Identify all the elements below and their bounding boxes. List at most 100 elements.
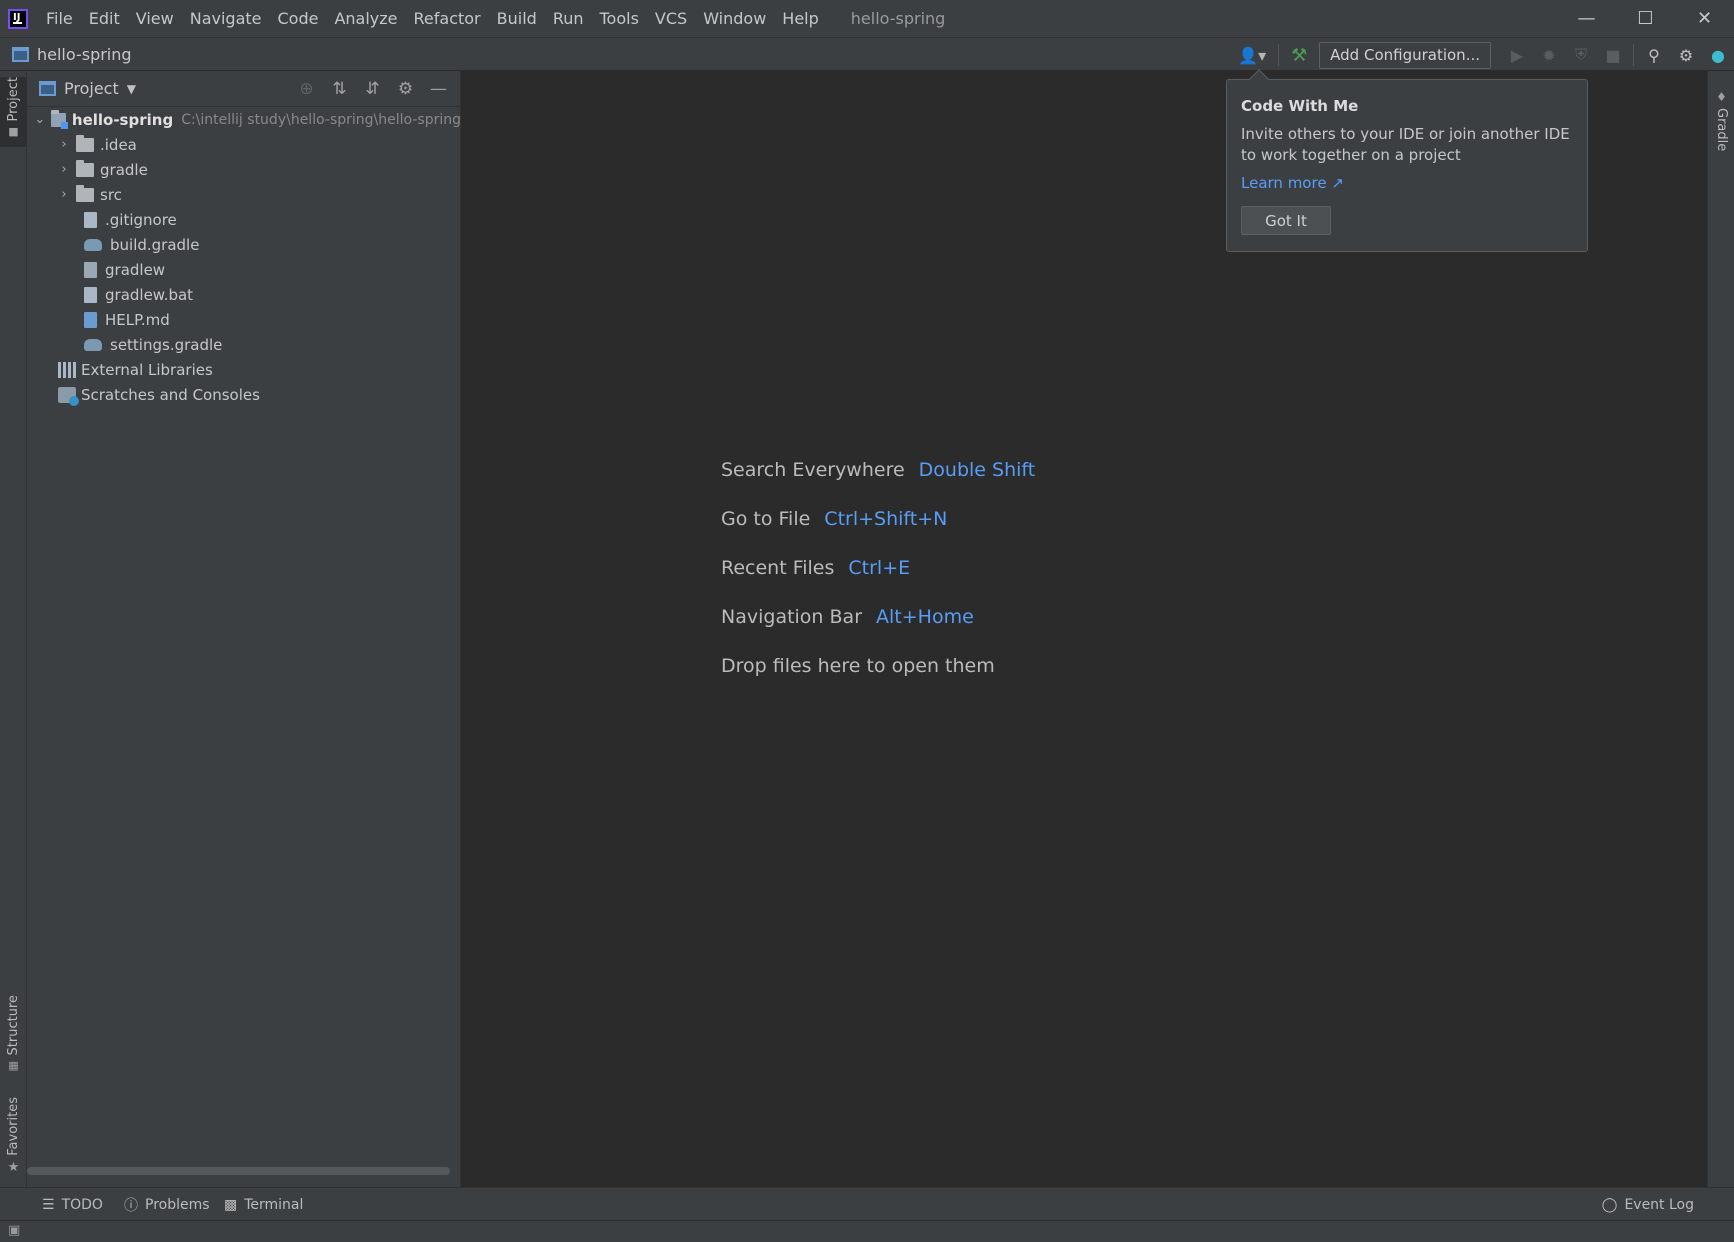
breadcrumb[interactable]: hello-spring (12, 45, 132, 64)
settings-gear-icon[interactable]: ⚙ (1670, 41, 1702, 69)
close-icon[interactable]: ✕ (1675, 0, 1734, 37)
folder-icon (76, 184, 94, 202)
editor-hints: Search Everywhere Double Shift Go to Fil… (721, 445, 1035, 690)
favorites-tab-label: Favorites (6, 1097, 21, 1156)
menu-tools[interactable]: Tools (592, 0, 647, 37)
intellij-logo-icon: IJ (8, 8, 28, 29)
menu-refactor[interactable]: Refactor (406, 0, 489, 37)
project-view-icon (39, 81, 56, 96)
tree-row-gitignore[interactable]: .gitignore (27, 207, 461, 232)
horizontal-scrollbar[interactable] (27, 1167, 450, 1175)
todo-tool-tab[interactable]: ☰ TODO (42, 1188, 103, 1221)
menu-code[interactable]: Code (270, 0, 327, 37)
gradle-tab-label: Gradle (1714, 107, 1729, 151)
project-tool-tab[interactable]: Project ■ (0, 77, 27, 147)
structure-tool-tab[interactable]: Structure ▦ (0, 995, 27, 1075)
tree-row-project-root[interactable]: ⌄ hello-spring C:\intellij study\hello-s… (27, 107, 461, 132)
chevron-down-icon[interactable]: ⌄ (33, 112, 47, 127)
tree-row-label: .idea (100, 135, 137, 154)
hint-drop-files: Drop files here to open them (721, 641, 1035, 690)
learn-more-link[interactable]: Learn more ↗ (1241, 174, 1344, 192)
menu-help[interactable]: Help (774, 0, 826, 37)
popup-title: Code With Me (1241, 97, 1359, 115)
gradle-tool-tab[interactable]: Gradle ♦ (1708, 81, 1734, 151)
menu-build[interactable]: Build (489, 0, 545, 37)
todo-label: TODO (61, 1196, 103, 1213)
tree-row-scratches[interactable]: Scratches and Consoles (27, 382, 461, 407)
tree-row-label: gradlew.bat (105, 285, 194, 304)
project-view-selector[interactable]: Project ▼ (39, 79, 136, 98)
problems-label: Problems (145, 1196, 210, 1213)
coverage-icon[interactable]: ⛨ (1565, 41, 1597, 69)
search-icon[interactable]: ⚲ (1638, 41, 1670, 69)
hint-search-everywhere: Search Everywhere Double Shift (721, 445, 1035, 494)
menu-vcs[interactable]: VCS (647, 0, 695, 37)
locate-file-icon[interactable]: ⊕ (290, 71, 323, 107)
folder-icon: ■ (8, 125, 19, 139)
code-with-me-user-icon[interactable]: 👤▾ (1230, 41, 1274, 69)
hint-shortcut: Ctrl+E (848, 556, 911, 579)
chevron-right-icon[interactable]: › (56, 137, 72, 152)
tree-row-gradle[interactable]: › gradle (27, 157, 461, 182)
tree-row-label: build.gradle (110, 235, 200, 254)
terminal-tool-tab[interactable]: ▩ Terminal (224, 1188, 303, 1221)
hint-shortcut: Ctrl+Shift+N (824, 507, 948, 530)
text-file-icon (84, 286, 97, 303)
markdown-file-icon (84, 311, 97, 328)
menu-analyze[interactable]: Analyze (326, 0, 405, 37)
debug-icon[interactable]: ✹ (1533, 41, 1565, 69)
maximize-icon[interactable]: ☐ (1616, 0, 1675, 37)
chevron-right-icon[interactable]: › (56, 162, 72, 177)
run-icon[interactable]: ▶ (1501, 41, 1533, 69)
menu-edit[interactable]: Edit (81, 0, 128, 37)
chevron-right-icon[interactable]: › (56, 187, 72, 202)
add-configuration-button[interactable]: Add Configuration... (1319, 41, 1491, 69)
tree-row-src[interactable]: › src (27, 182, 461, 207)
gradle-elephant-icon (84, 338, 102, 351)
scratches-icon (58, 386, 79, 406)
menu-run[interactable]: Run (545, 0, 592, 37)
gradle-elephant-icon (84, 238, 102, 251)
event-log-tool-tab[interactable]: ◯ Event Log (1602, 1188, 1694, 1221)
jetbrains-toolbox-icon[interactable]: ● (1702, 41, 1734, 69)
project-panel-header: Project ▼ ⊕ ⇅ ⇵ ⚙ — (27, 71, 461, 107)
tree-row-help-md[interactable]: HELP.md (27, 307, 461, 332)
menu-window[interactable]: Window (695, 0, 774, 37)
got-it-button[interactable]: Got It (1241, 206, 1331, 235)
tree-row-settings-gradle[interactable]: settings.gradle (27, 332, 461, 357)
toolbar-separator (1278, 44, 1280, 66)
stop-icon[interactable]: ■ (1597, 41, 1629, 69)
tree-row-build-gradle[interactable]: build.gradle (27, 232, 461, 257)
structure-icon: ▦ (8, 1059, 19, 1073)
text-file-icon (84, 211, 97, 228)
folder-icon (76, 134, 94, 152)
tree-row-path: C:\intellij study\hello-spring\hello-spr… (181, 111, 461, 128)
tree-row-gradlew-bat[interactable]: gradlew.bat (27, 282, 461, 307)
tree-row-label: HELP.md (105, 310, 170, 329)
menu-file[interactable]: File (38, 0, 81, 37)
chevron-down-icon: ▼ (126, 81, 136, 96)
tree-row-idea[interactable]: › .idea (27, 132, 461, 157)
toggle-tool-windows-icon[interactable]: ▣ (8, 1223, 20, 1238)
collapse-all-icon[interactable]: ⇵ (356, 71, 389, 107)
favorites-tool-tab[interactable]: Favorites ★ (0, 1097, 27, 1177)
build-hammer-icon[interactable]: ⚒ (1283, 41, 1315, 69)
hide-panel-icon[interactable]: — (422, 71, 455, 107)
expand-all-icon[interactable]: ⇅ (323, 71, 356, 107)
breadcrumb-project[interactable]: hello-spring (37, 45, 132, 64)
hint-label: Recent Files (721, 556, 835, 579)
hint-label: Navigation Bar (721, 605, 863, 628)
panel-settings-gear-icon[interactable]: ⚙ (389, 71, 422, 107)
hint-label: Drop files here to open them (721, 654, 995, 677)
tree-row-gradlew[interactable]: gradlew (27, 257, 461, 282)
project-window-icon (12, 47, 29, 62)
folder-icon (76, 159, 94, 177)
problems-tool-tab[interactable]: ⓘ Problems (124, 1188, 210, 1221)
tree-row-external-libraries[interactable]: External Libraries (27, 357, 461, 382)
hint-navigation-bar: Navigation Bar Alt+Home (721, 592, 1035, 641)
menu-view[interactable]: View (128, 0, 182, 37)
terminal-icon: ▩ (224, 1196, 238, 1213)
minimize-icon[interactable]: — (1557, 0, 1616, 37)
menu-navigate[interactable]: Navigate (182, 0, 270, 37)
problems-icon: ⓘ (124, 1197, 138, 1214)
